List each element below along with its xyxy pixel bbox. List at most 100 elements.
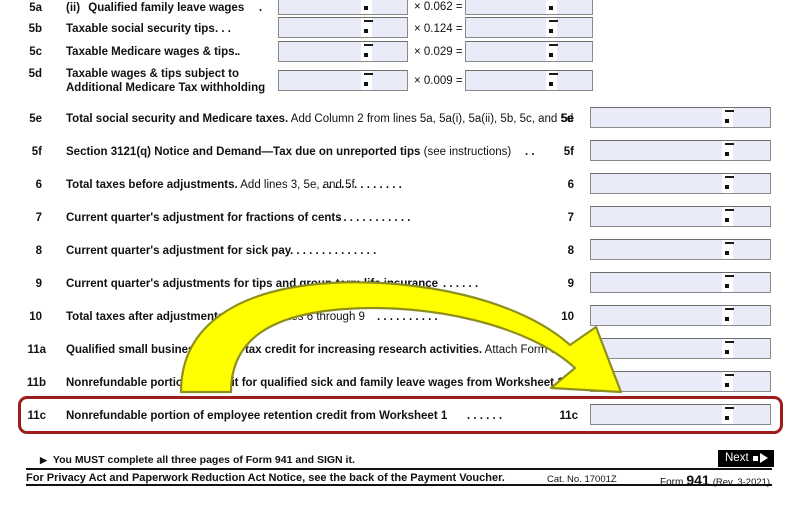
yellow-curved-arrow-icon — [179, 281, 623, 394]
line-5c-column1-field[interactable] — [278, 41, 408, 62]
footer-divider-top — [26, 468, 772, 470]
line-10-reg-text: Combine lines 6 through 9 — [227, 311, 365, 323]
decimal-marker — [722, 273, 734, 292]
line-5e-label: Total social security and Medicare taxes… — [66, 113, 573, 125]
line-6-bold-text: Total taxes before adjustments. — [66, 179, 238, 191]
line-9-amount-field[interactable] — [590, 272, 771, 293]
line-7-tag: 7 — [567, 212, 574, 224]
line-5b-leader-dots: . . . — [215, 23, 231, 35]
decimal-marker — [722, 141, 734, 160]
scroll-artifact — [0, 492, 799, 504]
next-button-label: Next — [725, 452, 749, 464]
decimal-marker — [361, 18, 373, 37]
next-button[interactable]: Next — [718, 450, 774, 467]
footer-divider-bottom — [26, 484, 772, 486]
line-5a-multiplier: × 0.062 = — [414, 1, 463, 13]
line-5a-prefix: (ii) — [66, 2, 81, 14]
line-11a-bold-text: Qualified small business payroll tax cre… — [66, 344, 483, 356]
line-5c-label: Taxable Medicare wages & tips. — [66, 46, 238, 58]
line-5f-tag: 5f — [563, 146, 574, 158]
line-11b-tag: 11b — [558, 377, 578, 389]
line-11a-amount-field[interactable] — [590, 338, 771, 359]
line-5a-number: 5a — [29, 2, 42, 14]
line-10-tag: 10 — [561, 311, 574, 323]
form-941-page: 5a (ii) Qualified family leave wages . ×… — [0, 0, 799, 511]
line-5e-tag: 5e — [561, 113, 574, 125]
privacy-act-notice: For Privacy Act and Paperwork Reduction … — [26, 472, 505, 484]
line-8-label: Current quarter's adjustment for sick pa… — [66, 245, 292, 257]
decimal-marker — [546, 0, 557, 14]
line-10-number: 10 — [29, 311, 42, 323]
line-5d-column2-field[interactable] — [465, 70, 593, 91]
line-11a-tag: 11a — [559, 344, 578, 356]
decimal-marker — [722, 108, 734, 127]
line-5a-label: (ii) Qualified family leave wages — [66, 2, 244, 14]
line-6-number: 6 — [35, 179, 42, 191]
line-7-leader-dots: . . . . . . . . . . . . — [337, 212, 411, 224]
decimal-marker — [722, 339, 734, 358]
line-6-label: Total taxes before adjustments. Add line… — [66, 179, 355, 191]
form-word: Form — [660, 477, 684, 488]
line-5e-reg-text: Add Column 2 from lines 5a, 5a(i), 5a(ii… — [288, 113, 574, 125]
decimal-marker — [722, 240, 734, 259]
line-5c-column2-field[interactable] — [465, 41, 593, 62]
line-10-amount-field[interactable] — [590, 305, 771, 326]
decimal-marker — [361, 42, 373, 61]
decimal-marker — [546, 18, 558, 37]
line-5f-reg-text: (see instructions) — [420, 146, 512, 158]
line-11c-leader-dots: . . . . . . — [467, 410, 503, 422]
line-5b-label: Taxable social security tips — [66, 23, 215, 35]
line-5f-leader-dots: . . — [525, 146, 535, 158]
line-11c-label: Nonrefundable portion of employee retent… — [66, 410, 448, 422]
line-7-label: Current quarter's adjustment for fractio… — [66, 212, 342, 224]
line-5e-number: 5e — [29, 113, 42, 125]
form-revision: (Rev. 3-2021) — [712, 477, 771, 488]
next-arrow-stem-icon — [752, 455, 758, 461]
line-5f-amount-field[interactable] — [590, 140, 771, 161]
decimal-marker — [546, 71, 558, 90]
line-5b-column1-field[interactable] — [278, 17, 408, 38]
line-9-tag: 9 — [567, 278, 574, 290]
line-5e-bold-text: Total social security and Medicare taxes… — [66, 113, 289, 125]
decimal-marker — [722, 207, 734, 226]
line-11c-tag: 11c — [559, 410, 578, 422]
line-5a-leader-dots: . — [259, 2, 263, 14]
line-9-leader-dots: . . . . . . — [443, 278, 479, 290]
line-11c-amount-field[interactable] — [590, 404, 771, 425]
line-5b-column2-field[interactable] — [465, 17, 593, 38]
line-5f-number: 5f — [31, 146, 42, 158]
line-5d-column1-field[interactable] — [278, 70, 408, 91]
line-9-number: 9 — [35, 278, 42, 290]
line-5a-column2-field[interactable] — [465, 0, 593, 15]
line-8-amount-field[interactable] — [590, 239, 771, 260]
decimal-marker — [722, 306, 734, 325]
line-5a-text: Qualified family leave wages — [88, 2, 245, 14]
line-7-amount-field[interactable] — [590, 206, 771, 227]
line-11a-number: 11a — [27, 344, 46, 356]
line-5c-leader-dots: . — [237, 46, 241, 58]
line-10-bold-text: Total taxes after adjustments. — [66, 311, 228, 323]
decimal-marker — [546, 42, 558, 61]
line-5f-bold-text: Section 3121(q) Notice and Demand—Tax du… — [66, 146, 421, 158]
line-5c-number: 5c — [29, 46, 42, 58]
line-8-number: 8 — [35, 245, 42, 257]
line-5d-multiplier: × 0.009 = — [414, 75, 463, 87]
triangle-bullet-icon: ▶ — [40, 455, 47, 465]
line-5a-column1-field[interactable] — [278, 0, 408, 15]
line-11c-number: 11c — [27, 410, 46, 422]
next-arrow-icon — [759, 453, 768, 463]
must-complete-text: You MUST complete all three pages of For… — [52, 454, 355, 466]
decimal-marker — [361, 0, 372, 14]
line-11b-amount-field[interactable] — [590, 371, 771, 392]
line-11a-label: Qualified small business payroll tax cre… — [66, 344, 576, 356]
line-5c-multiplier: × 0.029 = — [414, 46, 463, 58]
line-5e-amount-field[interactable] — [590, 107, 771, 128]
line-5d-label-line1: Taxable wages & tips subject to — [66, 68, 239, 80]
line-5d-number: 5d — [28, 68, 42, 80]
line-10-leader-dots: . . . . . . . . . . — [377, 311, 438, 323]
line-6-amount-field[interactable] — [590, 173, 771, 194]
line-11b-label: Nonrefundable portion of credit for qual… — [66, 377, 564, 389]
decimal-marker — [722, 405, 734, 424]
line-6-tag: 6 — [567, 179, 574, 191]
line-8-tag: 8 — [567, 245, 574, 257]
